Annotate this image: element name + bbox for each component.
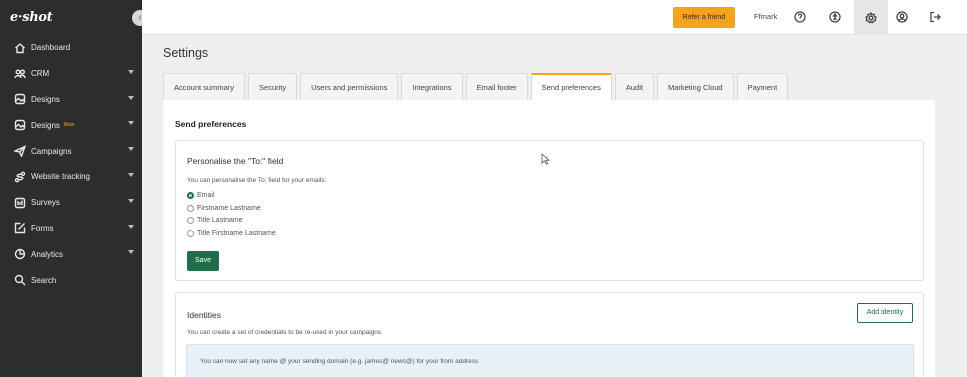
radio-button[interactable] (187, 229, 194, 237)
palette-icon (13, 92, 27, 106)
search-icon (13, 273, 27, 287)
identities-description: You can create a set of credentials to b… (187, 329, 382, 336)
sidebar-item-forms[interactable]: Forms (0, 216, 142, 242)
settings-icon[interactable] (854, 0, 888, 35)
mouse-cursor-icon (541, 153, 550, 165)
sidebar-item-website-tracking[interactable]: Website tracking (0, 164, 142, 190)
tab-integrations[interactable]: Integrations (401, 73, 463, 100)
sidebar-item-surveys[interactable]: Surveys (0, 190, 142, 216)
beta-badge: Beta (63, 122, 75, 129)
tracking-icon (13, 170, 27, 184)
info-notice-text: You can now set any name @ your sending … (200, 358, 479, 365)
radio-option-title-lastname[interactable]: Title Lastname (187, 217, 243, 224)
page-title: Settings (163, 46, 209, 60)
personalise-title: Personalise the "To:" field (187, 156, 284, 166)
radio-option-firstname-lastname[interactable]: Firstname Lastname (187, 204, 261, 212)
chevron-down-icon (128, 172, 134, 177)
chevron-down-icon (128, 198, 134, 203)
chevron-down-icon (128, 69, 134, 74)
radio-label: Email (197, 192, 215, 199)
sidebar-item-label: Analytics (31, 249, 64, 259)
form-icon (13, 221, 27, 235)
account-icon[interactable] (893, 8, 911, 26)
sidebar-item-label: Surveys (31, 198, 60, 208)
tab-payment[interactable]: Payment (736, 73, 789, 100)
logo-bar: e·shot ‹ (0, 0, 148, 35)
radio-label: Firstname Lastname (197, 204, 261, 212)
add-identity-button[interactable]: Add identity (857, 303, 913, 323)
tab-marketing-cloud[interactable]: Marketing Cloud (656, 73, 734, 100)
tab-email-footer[interactable]: Email footer (465, 73, 528, 100)
sidebar-item-analytics[interactable]: Analytics (0, 241, 142, 267)
info-notice: You can now set any name @ your sending … (186, 344, 914, 377)
sidebar-item-label: Forms (31, 223, 54, 233)
tab-security[interactable]: Security (248, 73, 298, 100)
identities-title: Identities (187, 310, 222, 320)
palette-icon (13, 118, 27, 132)
survey-icon (13, 196, 27, 210)
tab-account-summary[interactable]: Account summary (163, 73, 246, 100)
section-heading: Send preferences (175, 119, 247, 129)
sidebar-item-campaigns[interactable]: Campaigns (0, 138, 142, 164)
tab-users-and-permissions[interactable]: Users and permissions (300, 73, 399, 100)
tab-audit[interactable]: Audit (614, 73, 654, 100)
logout-icon[interactable] (926, 8, 944, 26)
chevron-down-icon (128, 95, 134, 100)
radio-button[interactable] (187, 204, 194, 212)
save-button[interactable]: Save (187, 251, 219, 271)
top-bar: Refer a friend Ffmark (142, 0, 967, 35)
sidebar-item-label: Designs (31, 94, 60, 104)
eshot-logo[interactable]: e·shot (10, 10, 53, 25)
sidebar-item-label: Designs (31, 120, 60, 130)
sidebar-item-label: Campaigns (31, 146, 72, 156)
people-icon (13, 67, 27, 81)
sidebar-item-designs[interactable]: Designs (0, 87, 142, 113)
personalise-description: You can personalise the To: field for yo… (187, 177, 327, 184)
accessibility-icon[interactable] (826, 8, 844, 26)
radio-option-title-firstname-lastname[interactable]: Title Firstname Lastname (187, 229, 276, 237)
radio-option-email[interactable]: Email (187, 192, 215, 199)
sidebar-item-label: Dashboard (31, 43, 71, 53)
sidebar-item-dashboard[interactable]: Dashboard (0, 35, 142, 61)
settings-tabs: Account summary Security Users and permi… (163, 73, 791, 100)
radio-label: Title Firstname Lastname (197, 229, 276, 237)
send-preferences-panel: Send preferences Personalise the "To:" f… (163, 100, 935, 377)
identities-card: Identities You can create a set of crede… (175, 292, 924, 377)
tab-send-preferences[interactable]: Send preferences (530, 73, 612, 100)
sidebar-item-label: Website tracking (31, 172, 90, 182)
sidebar-nav: Dashboard CRM Designs Designs Beta Campa… (0, 35, 142, 293)
sidebar-item-label: Search (31, 275, 57, 285)
sidebar-item-designs-beta[interactable]: Designs Beta (0, 112, 142, 138)
radio-label: Title Lastname (197, 217, 243, 224)
sidebar-item-label: CRM (31, 69, 50, 79)
help-icon[interactable] (791, 8, 809, 26)
paper-plane-icon (13, 144, 27, 158)
username[interactable]: Ffmark (754, 12, 777, 21)
sidebar-item-search[interactable]: Search (0, 267, 142, 293)
home-icon (13, 41, 27, 55)
analytics-icon (13, 247, 27, 261)
chevron-down-icon (128, 147, 134, 152)
refer-a-friend-button[interactable]: Refer a friend (673, 7, 735, 28)
chevron-down-icon (128, 121, 134, 126)
sidebar: e·shot ‹ Dashboard CRM Designs Designs B… (0, 0, 148, 377)
radio-button[interactable] (187, 217, 194, 224)
radio-button-checked[interactable] (187, 192, 194, 199)
sidebar-item-crm[interactable]: CRM (0, 61, 142, 87)
chevron-down-icon (128, 224, 134, 229)
chevron-down-icon (128, 250, 134, 255)
